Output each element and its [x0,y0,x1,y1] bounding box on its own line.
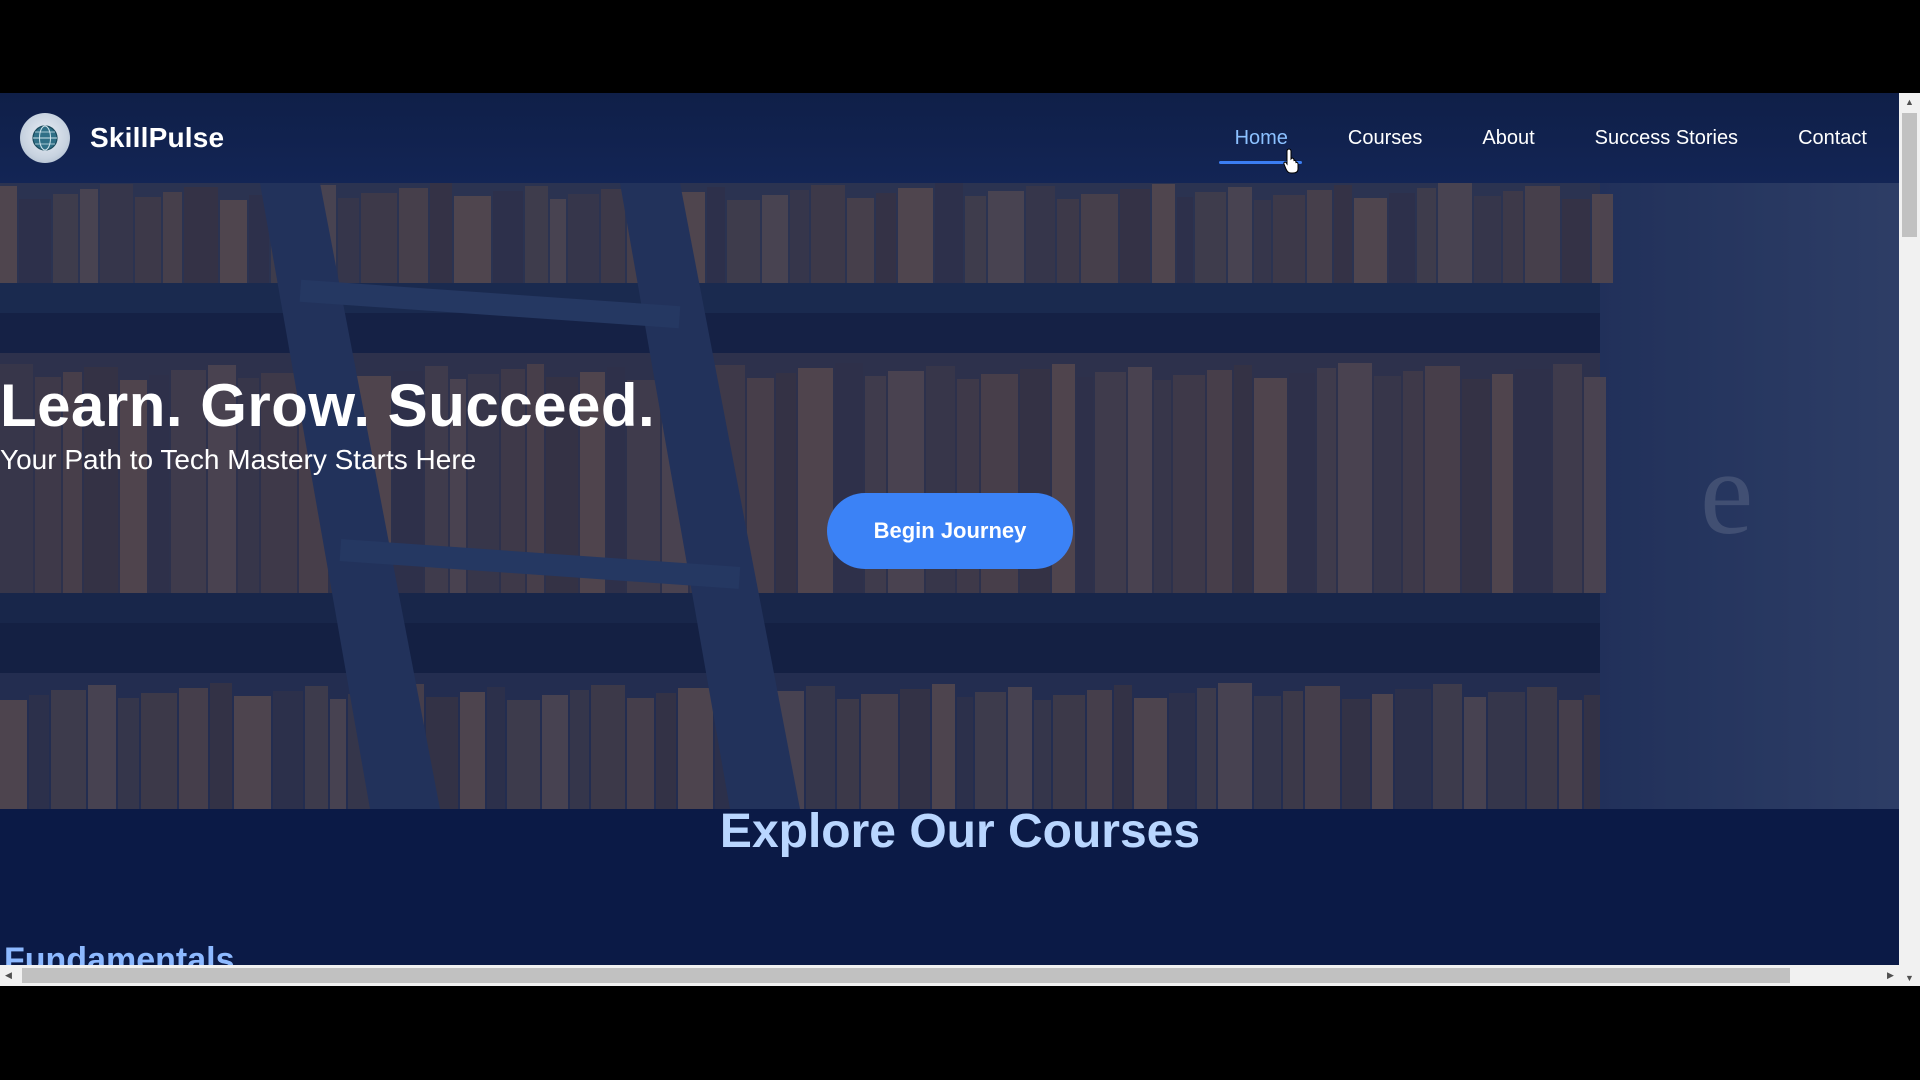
scroll-right-arrow-icon[interactable]: ▶ [1882,965,1899,986]
nav-courses-link[interactable]: Courses [1348,119,1422,158]
begin-journey-button[interactable]: Begin Journey [827,493,1073,569]
globe-emblem-icon [20,113,70,163]
nav-contact-link[interactable]: Contact [1798,119,1867,158]
hero-title: Learn. Grow. Succeed. [0,372,656,440]
horizontal-scroll-thumb[interactable] [22,968,1790,983]
browser-viewport: SkillPulse Home Courses About Success St… [0,93,1920,986]
hero-subtitle: Your Path to Tech Mastery Starts Here [0,444,477,475]
brand-logo-link[interactable]: SkillPulse [20,113,224,163]
horizontal-scrollbar[interactable]: ◀ ▶ [0,965,1899,986]
vertical-scroll-thumb[interactable] [1902,113,1917,237]
nav-success-stories-link[interactable]: Success Stories [1595,119,1738,158]
explore-courses-heading: Explore Our Courses [719,804,1201,858]
nav-home-link[interactable]: Home [1218,119,1303,164]
scroll-down-arrow-icon[interactable]: ▼ [1899,969,1920,986]
main-nav: Home Courses About Success Stories Conta… [1175,119,1867,164]
site-header: SkillPulse Home Courses About Success St… [0,93,1899,183]
vertical-scrollbar[interactable]: ▲ ▼ [1899,93,1920,986]
scroll-left-arrow-icon[interactable]: ◀ [0,965,17,986]
hand-cursor-icon [1283,148,1299,174]
brand-name: SkillPulse [90,122,225,153]
scroll-up-arrow-icon[interactable]: ▲ [1899,93,1920,110]
hero-section: e // draw book spines procedurally (deco… [0,183,1899,809]
nav-about-link[interactable]: About [1482,119,1534,158]
